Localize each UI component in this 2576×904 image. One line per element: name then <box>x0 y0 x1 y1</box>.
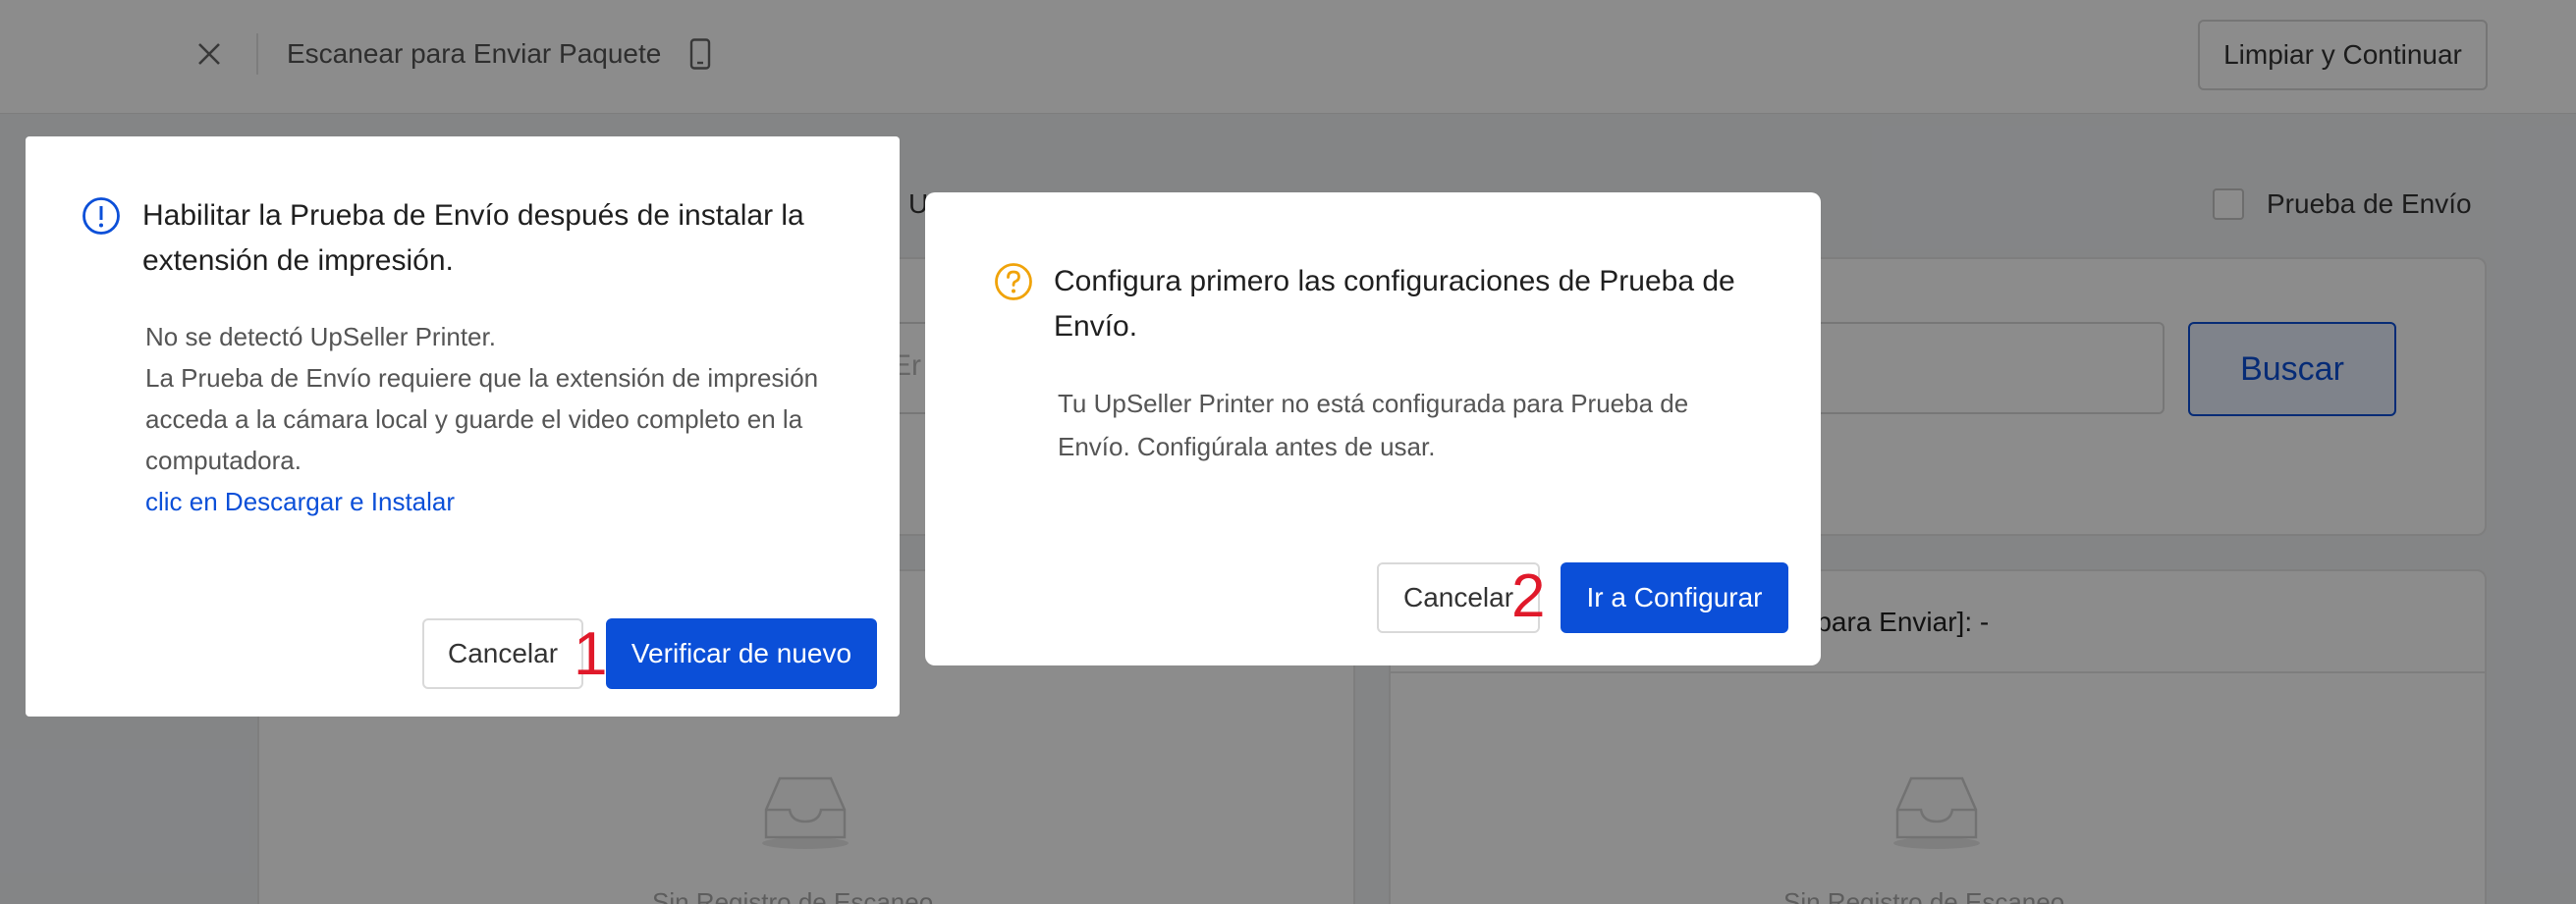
question-circle-icon <box>995 263 1032 300</box>
go-configure-button[interactable]: Ir a Configurar <box>1561 562 1788 633</box>
info-circle-icon <box>82 197 120 235</box>
cancel-button[interactable]: Cancelar <box>422 618 583 689</box>
dialog-body-line-2: La Prueba de Envío requiere que la exten… <box>145 363 819 475</box>
step-marker-1: 1 <box>574 620 608 688</box>
dialog-title: Habilitar la Prueba de Envío después de … <box>142 199 804 277</box>
step-marker-2: 2 <box>1511 562 1546 630</box>
dialog-title: Configura primero las configuraciones de… <box>1054 265 1735 343</box>
configure-proof-dialog: Configura primero las configuraciones de… <box>925 192 1821 665</box>
verify-again-button[interactable]: Verificar de nuevo <box>606 618 877 689</box>
download-install-link[interactable]: clic en Descargar e Instalar <box>145 481 823 522</box>
dialog-body-line-1: No se detectó UpSeller Printer. <box>145 322 496 351</box>
install-extension-dialog: Habilitar la Prueba de Envío después de … <box>26 136 900 717</box>
dialog-body: No se detectó UpSeller Printer. La Prueb… <box>145 316 823 522</box>
dialog-body: Tu UpSeller Printer no está configurada … <box>1058 389 1689 461</box>
